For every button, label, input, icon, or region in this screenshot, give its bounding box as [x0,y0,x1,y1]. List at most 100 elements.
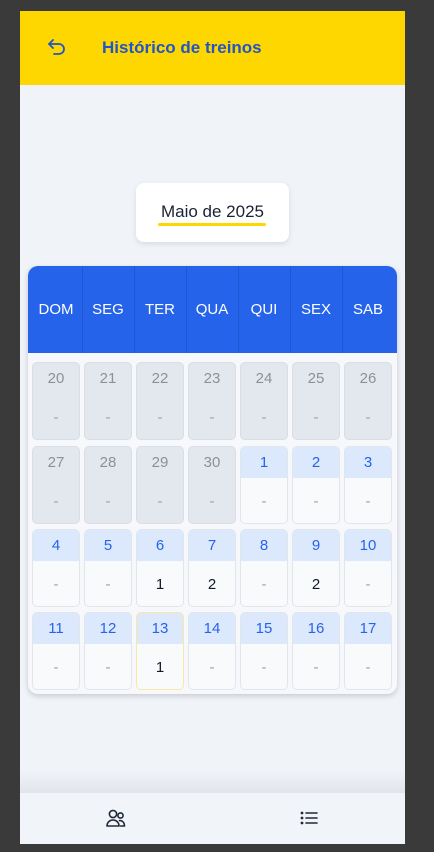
day-workout-count: - [365,493,371,510]
calendar-day-cell[interactable]: 17 - [344,612,392,690]
calendar-day-cell[interactable]: 5- [84,529,132,607]
day-number: 22 [151,370,169,387]
calendar-day-cell[interactable]: 26 - [344,362,392,440]
day-workout-count: - [313,409,319,426]
day-number: 13 [137,613,183,644]
calendar-day-cell[interactable]: 12 - [84,612,132,690]
day-workout-count: - [365,659,371,676]
calendar-day-cell[interactable]: 29 - [136,446,184,524]
day-workout-count: - [53,409,59,426]
month-label: Maio de 2025 [160,202,265,221]
page-title: Histórico de treinos [102,38,262,57]
calendar-day-cell[interactable]: 92 [292,529,340,607]
day-number: 27 [47,454,65,471]
day-number: 3 [345,447,391,478]
calendar-day-cell[interactable]: 2- [292,446,340,524]
day-number: 16 [293,613,339,644]
calendar-day-cell[interactable]: 30 - [188,446,236,524]
weekday-separator [290,266,291,353]
day-number: 2 [293,447,339,478]
day-workout-count: - [365,576,371,593]
day-workout-count: - [261,659,267,676]
month-selector[interactable]: Maio de 2025 [136,183,289,242]
day-workout-count: - [261,409,267,426]
day-workout-count: - [157,493,163,510]
day-workout-count: - [53,493,59,510]
day-number: 15 [241,613,287,644]
calendar-day-cell[interactable]: 15 - [240,612,288,690]
day-workout-count: - [261,493,267,510]
day-workout-count: - [261,576,267,593]
day-number: 30 [203,454,221,471]
day-workout-count: - [313,493,319,510]
day-number: 14 [189,613,235,644]
day-workout-count: 1 [155,576,165,593]
calendar-day-cell[interactable]: 11 - [32,612,80,690]
weekday-separator [186,266,187,353]
day-number: 9 [293,530,339,561]
calendar-day-cell[interactable]: 13 1 [136,612,184,690]
calendar-day-cell[interactable]: 14 - [188,612,236,690]
back-button[interactable] [46,37,68,59]
day-workout-count: - [53,659,59,676]
weekday-label: DOM [38,301,74,318]
month-underline [158,223,266,226]
tab-list[interactable] [297,806,323,830]
tab-users[interactable] [104,806,130,830]
calendar-day-cell[interactable]: 16 - [292,612,340,690]
calendar-day-cell[interactable]: 10 - [344,529,392,607]
calendar-day-cell[interactable]: 24 - [240,362,288,440]
calendar-day-cell[interactable]: 4- [32,529,80,607]
weekday-label: SEX [300,301,331,318]
calendar-day-cell[interactable]: 8- [240,529,288,607]
day-number: 7 [189,530,235,561]
bottom-tab-bar [20,793,405,844]
day-workout-count: - [105,493,111,510]
calendar-day-cell[interactable]: 72 [188,529,236,607]
day-workout-count: - [105,576,111,593]
day-workout-count: - [105,659,111,676]
day-workout-count: 1 [155,659,165,676]
calendar-day-cell[interactable]: 25 - [292,362,340,440]
weekday-label: QUA [195,301,229,318]
day-workout-count: - [313,659,319,676]
day-number: 24 [255,370,273,387]
day-number: 17 [345,613,391,644]
weekday-label: TER [145,301,175,318]
weekday-header: DOM SEG TER QUA QUI SEX SAB [28,266,397,353]
day-workout-count: 2 [207,576,217,593]
day-workout-count: - [209,659,215,676]
day-number: 11 [33,613,79,644]
day-workout-count: - [105,409,111,426]
calendar-day-cell[interactable]: 23 - [188,362,236,440]
day-number: 4 [33,530,79,561]
day-number: 5 [85,530,131,561]
day-number: 8 [241,530,287,561]
day-workout-count: 2 [311,576,321,593]
calendar-day-cell[interactable]: 1- [240,446,288,524]
weekday-label: SEG [92,301,124,318]
weekday-separator [342,266,343,353]
undo-arrow-icon [48,39,65,55]
top-header: Histórico de treinos [20,11,405,85]
weekday-separator [238,266,239,353]
bottom-shade [20,771,405,793]
day-workout-count: - [209,409,215,426]
calendar-day-cell[interactable]: 21 - [84,362,132,440]
calendar-day-cell[interactable]: 27 - [32,446,80,524]
calendar-day-cell[interactable]: 3- [344,446,392,524]
day-workout-count: - [157,409,163,426]
calendar-day-cell[interactable]: 28 - [84,446,132,524]
users-icon [106,809,126,827]
calendar-day-cell[interactable]: 20 - [32,362,80,440]
day-number: 10 [345,530,391,561]
day-workout-count: - [209,493,215,510]
calendar-day-cell[interactable]: 61 [136,529,184,607]
weekday-separator [82,266,83,353]
day-workout-count: - [365,409,371,426]
calendar-day-cell[interactable]: 22 - [136,362,184,440]
day-number: 28 [99,454,117,471]
day-workout-count: - [53,576,59,593]
weekday-label: SAB [352,301,383,318]
list-icon [300,811,318,825]
